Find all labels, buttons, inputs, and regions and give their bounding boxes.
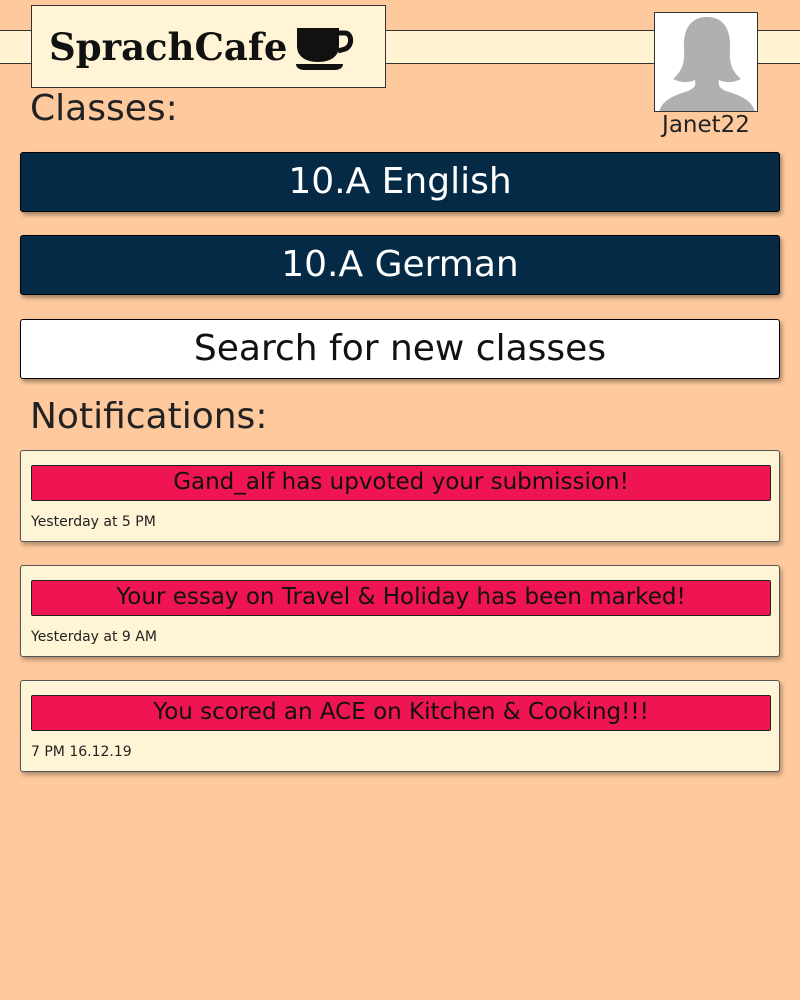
notification-timestamp: Yesterday at 5 PM bbox=[31, 514, 156, 530]
avatar[interactable] bbox=[654, 12, 758, 112]
notification-message[interactable]: Gand_alf has upvoted your submission! bbox=[31, 465, 771, 501]
app-logo[interactable]: SprachCafe bbox=[31, 5, 386, 88]
user-silhouette-icon bbox=[659, 17, 755, 111]
notification-timestamp: Yesterday at 9 AM bbox=[31, 629, 157, 645]
class-button-german[interactable]: 10.A German bbox=[20, 235, 780, 295]
coffee-cup-icon bbox=[295, 24, 355, 70]
search-classes-button[interactable]: Search for new classes bbox=[20, 319, 780, 379]
class-button-english[interactable]: 10.A English bbox=[20, 152, 780, 212]
username: Janet22 bbox=[662, 112, 750, 138]
notification-message[interactable]: You scored an ACE on Kitchen & Cooking!!… bbox=[31, 695, 771, 731]
app-name: SprachCafe bbox=[49, 24, 288, 69]
notification-card[interactable]: Your essay on Travel & Holiday has been … bbox=[20, 565, 780, 657]
notifications-title: Notifications: bbox=[30, 396, 268, 437]
classes-title: Classes: bbox=[30, 88, 178, 129]
notification-timestamp: 7 PM 16.12.19 bbox=[31, 744, 132, 760]
notification-card[interactable]: Gand_alf has upvoted your submission! Ye… bbox=[20, 450, 780, 542]
notification-card[interactable]: You scored an ACE on Kitchen & Cooking!!… bbox=[20, 680, 780, 772]
notification-message[interactable]: Your essay on Travel & Holiday has been … bbox=[31, 580, 771, 616]
